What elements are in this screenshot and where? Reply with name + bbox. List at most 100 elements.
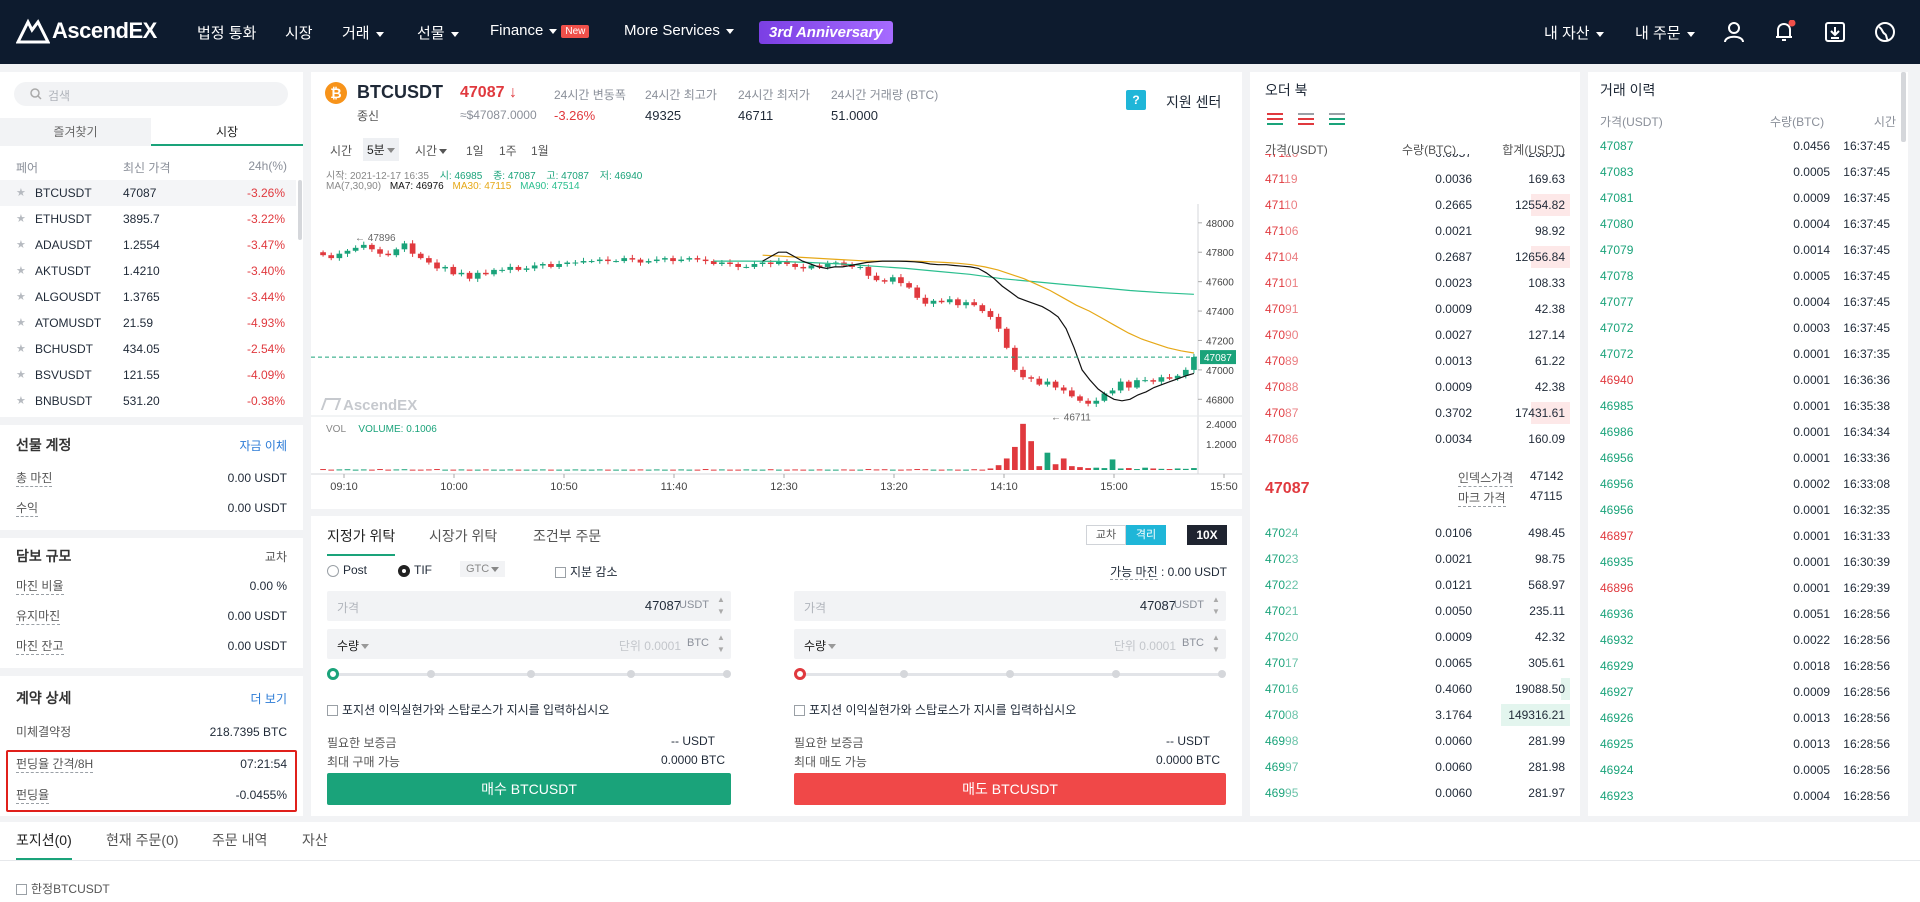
interval-1w[interactable]: 1주: [499, 142, 517, 159]
buy-slider-dot[interactable]: [627, 670, 635, 678]
ticker-symbol[interactable]: BTCUSDT: [357, 82, 443, 103]
sell-qty-input[interactable]: 수량 단위 0.0001 BTC ▲ ▼: [794, 629, 1226, 659]
market-row[interactable]: ★ ADAUSDT 1.2554 -3.47%: [0, 232, 296, 258]
nav-futures[interactable]: 선물: [417, 22, 459, 43]
nav-my-orders[interactable]: 내 주문: [1635, 22, 1695, 43]
orderbook-both-view-icon[interactable]: [1267, 112, 1283, 126]
buy-price-stepper-icon[interactable]: ▲ ▼: [715, 594, 727, 618]
tif-option[interactable]: TIF: [398, 563, 432, 577]
market-row[interactable]: ★ ATOMUSDT 21.59 -4.93%: [0, 310, 296, 336]
star-icon[interactable]: ★: [16, 388, 26, 414]
trade-scrollbar[interactable]: [1901, 72, 1906, 142]
ascendex-logo[interactable]: AscendEX: [16, 16, 166, 46]
bid-row[interactable]: 47017 0.0065 305.61: [1250, 650, 1580, 676]
market-row[interactable]: ★ BCHUSDT 434.05 -2.54%: [0, 336, 296, 362]
gtc-select[interactable]: GTC: [460, 561, 506, 577]
bid-row[interactable]: 46997 0.0060 281.98: [1250, 754, 1580, 780]
orderbook-asks-view-icon[interactable]: [1298, 112, 1314, 126]
star-icon[interactable]: ★: [16, 310, 26, 336]
star-icon[interactable]: ★: [16, 180, 26, 206]
interval-5m[interactable]: 5분: [363, 138, 399, 161]
leverage-button[interactable]: 10X: [1187, 525, 1227, 545]
bid-row[interactable]: 47022 0.0121 568.97: [1250, 572, 1580, 598]
ask-row[interactable]: 47090 0.0027 127.14: [1250, 322, 1580, 348]
bid-row[interactable]: 46995 0.0060 281.97: [1250, 780, 1580, 806]
bid-row[interactable]: 47008 3.1764 149316.21: [1250, 702, 1580, 728]
interval-time[interactable]: 시간: [330, 142, 352, 159]
market-row[interactable]: ★ ETHUSDT 3895.7 -3.22%: [0, 206, 296, 232]
buy-slider-handle[interactable]: [327, 668, 339, 680]
bid-row[interactable]: 47021 0.0050 235.11: [1250, 598, 1580, 624]
transfer-link[interactable]: 자금 이체: [240, 437, 288, 454]
reduce-only-option[interactable]: 지분 감소: [555, 563, 618, 580]
bid-row[interactable]: 47023 0.0021 98.75: [1250, 546, 1580, 572]
buy-qty-stepper-icon[interactable]: ▲ ▼: [715, 632, 727, 656]
ask-row[interactable]: 47101 0.0023 108.33: [1250, 270, 1580, 296]
mark-price-label[interactable]: 마크 가격: [1458, 489, 1506, 507]
contract-more-link[interactable]: 더 보기: [251, 690, 287, 707]
ask-row[interactable]: 47088 0.0009 42.38: [1250, 374, 1580, 400]
search-box[interactable]: 검색: [14, 82, 288, 106]
ask-row[interactable]: 47104 0.2687 12656.84: [1250, 244, 1580, 270]
nav-trade[interactable]: 거래: [342, 22, 384, 43]
buy-qty-label[interactable]: 수량: [337, 637, 370, 654]
sell-price-stepper-icon[interactable]: ▲ ▼: [1210, 594, 1222, 618]
nav-fiat[interactable]: 법정 통화: [197, 22, 256, 43]
filter-current-pair[interactable]: 한정BTCUSDT: [16, 880, 110, 897]
col-change[interactable]: 24h(%): [248, 159, 287, 173]
tab-market-order[interactable]: 시장가 위탁: [429, 526, 497, 546]
ask-row[interactable]: 47089 0.0013 61.22: [1250, 348, 1580, 374]
sell-percent-slider[interactable]: [794, 668, 1226, 680]
col-last-price[interactable]: 최신 가격: [123, 159, 171, 176]
buy-slider-dot[interactable]: [527, 670, 535, 678]
orderbook-bids-view-icon[interactable]: [1329, 112, 1345, 126]
sell-slider-dot[interactable]: [1112, 670, 1120, 678]
tab-limit-order[interactable]: 지정가 위탁: [327, 526, 396, 556]
sell-slider-dot[interactable]: [900, 670, 908, 678]
sell-tpsl-option[interactable]: 포지션 이익실현가와 스탑로스가 지시를 입력하십시오: [794, 701, 1076, 718]
buy-slider-dot[interactable]: [723, 670, 731, 678]
tab-open-orders[interactable]: 현재 주문(0): [106, 830, 179, 850]
nav-finance[interactable]: Finance New: [490, 22, 590, 39]
bell-icon[interactable]: [1773, 20, 1797, 44]
tab-conditional-order[interactable]: 조건부 주문: [533, 526, 601, 546]
sell-qty-label[interactable]: 수량: [804, 637, 837, 654]
post-option[interactable]: Post: [327, 563, 367, 577]
tab-order-history[interactable]: 주문 내역: [212, 830, 267, 850]
sell-slider-dot[interactable]: [1218, 670, 1226, 678]
market-row[interactable]: ★ ALGOUSDT 1.3765 -3.44%: [0, 284, 296, 310]
bid-row[interactable]: 46998 0.0060 281.99: [1250, 728, 1580, 754]
ask-row[interactable]: 47110 0.2665 12554.82: [1250, 192, 1580, 218]
ask-row[interactable]: 47106 0.0021 98.92: [1250, 218, 1580, 244]
ask-row[interactable]: 47119 0.0036 169.63: [1250, 166, 1580, 192]
nav-market[interactable]: 시장: [285, 22, 313, 43]
candlestick-chart[interactable]: 48000 47800 47600 47400 47200 47000 46800 47087…: [311, 164, 1242, 509]
star-icon[interactable]: ★: [16, 336, 26, 362]
download-icon[interactable]: [1824, 21, 1846, 43]
margin-mode-isolated[interactable]: 격리: [1126, 525, 1166, 545]
sell-qty-stepper-icon[interactable]: ▲ ▼: [1210, 632, 1222, 656]
star-icon[interactable]: ★: [16, 258, 26, 284]
user-icon[interactable]: [1723, 21, 1745, 43]
market-scrollbar[interactable]: [298, 180, 302, 240]
star-icon[interactable]: ★: [16, 284, 26, 310]
buy-price-input[interactable]: 가격 47087 USDT ▲ ▼: [327, 591, 731, 621]
sell-slider-handle[interactable]: [794, 668, 806, 680]
ask-row[interactable]: 47087 0.3702 17431.61: [1250, 400, 1580, 426]
interval-1m[interactable]: 1월: [531, 142, 549, 159]
sell-price-input[interactable]: 가격 47087 USDT ▲ ▼: [794, 591, 1226, 621]
market-row[interactable]: ★ BNBUSDT 531.20 -0.38%: [0, 388, 296, 414]
buy-tpsl-option[interactable]: 포지션 이익실현가와 스탑로스가 지시를 입력하십시오: [327, 701, 609, 718]
tab-assets[interactable]: 자산: [302, 830, 328, 850]
bid-row[interactable]: 47020 0.0009 42.32: [1250, 624, 1580, 650]
buy-slider-dot[interactable]: [427, 670, 435, 678]
buy-percent-slider[interactable]: [327, 668, 731, 680]
market-row[interactable]: ★ AKTUSDT 1.4210 -3.40%: [0, 258, 296, 284]
col-pair[interactable]: 페어: [16, 159, 38, 176]
tab-market[interactable]: 시장: [151, 118, 303, 146]
nav-more-services[interactable]: More Services: [624, 22, 734, 39]
star-icon[interactable]: ★: [16, 362, 26, 388]
market-row[interactable]: ★ BTCUSDT 47087 -3.26%: [0, 180, 296, 206]
help-icon[interactable]: ?: [1126, 90, 1146, 110]
margin-mode-cross[interactable]: 교차: [1086, 525, 1126, 545]
